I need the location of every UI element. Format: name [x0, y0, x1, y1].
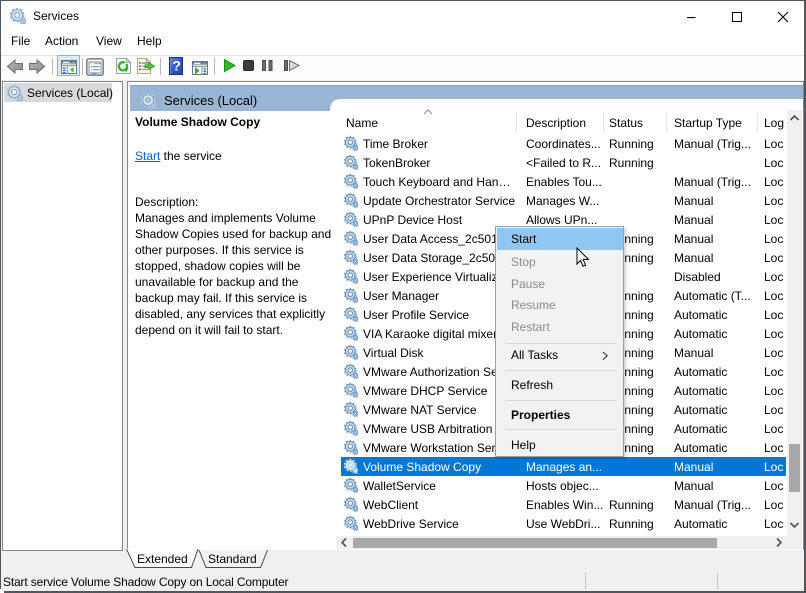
svg-text:?: ?	[172, 58, 181, 74]
